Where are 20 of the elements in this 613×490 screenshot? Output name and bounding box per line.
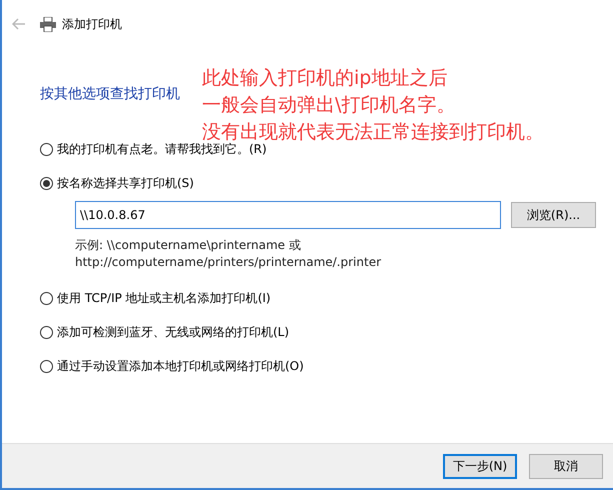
find-printer-link[interactable]: 按其他选项查找打印机 [40,86,180,102]
option-label[interactable]: 添加可检测到蓝牙、无线或网络的打印机(L) [57,323,290,341]
example-text: 示例: \\computername\printername 或 [75,237,302,254]
radio-button[interactable] [40,176,53,190]
printer-name-field[interactable]: \\10.0.8.67 [75,201,501,229]
radio-button[interactable] [40,142,53,156]
radio-button[interactable] [40,292,53,304]
next-button[interactable]: 下一步(N) [443,454,517,478]
browse-button[interactable]: 浏览(R)... [511,202,596,228]
option-label[interactable]: 使用 TCP/IP 地址或主机名添加打印机(I) [57,289,271,307]
option-label[interactable]: 通过手动设置添加本地打印机或网络打印机(O) [57,357,304,375]
printer-icon [40,16,56,32]
cancel-button[interactable]: 取消 [529,454,603,478]
radio-button[interactable] [40,326,53,338]
annotation-text: 此处输入打印机的ip地址之后 一般会自动弹出\打印机名字。 没有出现就代表无法正常连接到打印机。 [202,66,544,143]
example-text: http://computername/printers/printername/.printer [75,254,382,271]
radio-button[interactable] [40,360,53,372]
window-title: 添加打印机 [62,16,122,33]
option-label[interactable]: 按名称选择共享打印机(S) [57,174,194,192]
option-label[interactable]: 我的打印机有点老。请帮我找到它。(R) [57,140,267,158]
